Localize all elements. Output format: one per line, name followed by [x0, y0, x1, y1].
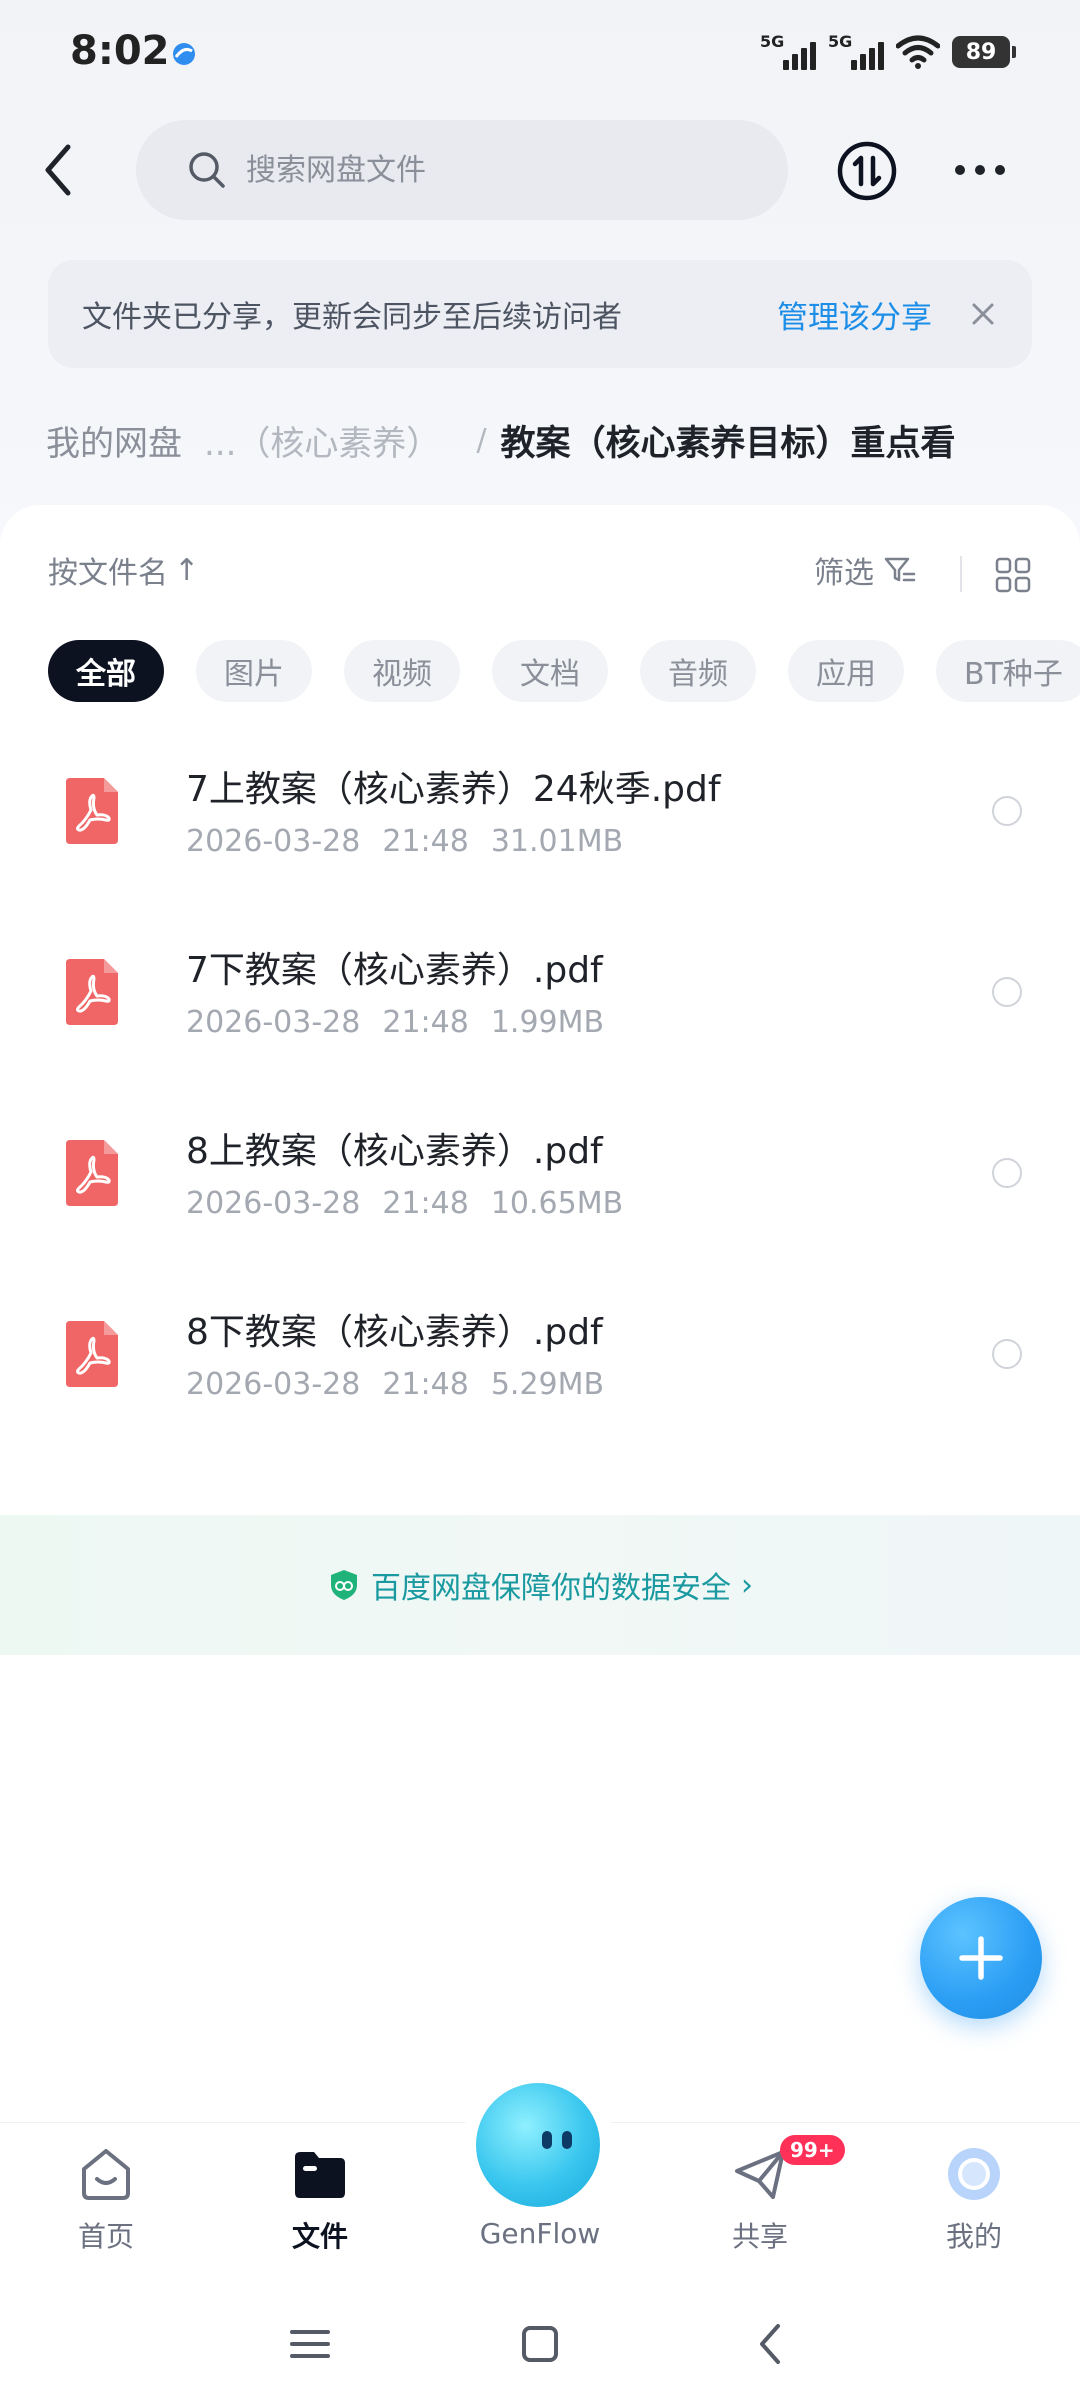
shield-icon — [331, 1570, 357, 1600]
signal-icon: 5G — [828, 32, 884, 72]
pdf-file-icon — [66, 959, 118, 1025]
file-meta: 2026-03-28 21:48 1.99MB — [186, 1005, 626, 1040]
chip-apps[interactable]: 应用 — [788, 640, 904, 702]
file-size: 5.29MB — [490, 1367, 605, 1402]
file-row[interactable]: 7下教案（核心素养）.pdf 2026-03-28 21:48 1.99MB — [0, 921, 1080, 1102]
file-name: 8下教案（核心素养）.pdf — [186, 1312, 603, 1353]
category-chips: 全部 图片 视频 文档 音频 应用 BT种子 — [48, 640, 1080, 702]
chevron-right-icon: › — [741, 1567, 753, 1603]
file-meta: 2026-03-28 21:48 5.29MB — [186, 1367, 626, 1402]
file-row[interactable]: 8下教案（核心素养）.pdf 2026-03-28 21:48 5.29MB — [0, 1283, 1080, 1464]
pdf-file-icon — [66, 1140, 118, 1206]
file-time: 21:48 — [382, 1005, 469, 1040]
search-input[interactable] — [246, 152, 726, 188]
chip-all[interactable]: 全部 — [48, 640, 164, 702]
bottom-navigation: 首页 文件 GenFlow 共享 99+ 我的 — [0, 2083, 1080, 2292]
status-time: 8:02 — [70, 28, 170, 74]
pdf-file-icon — [66, 1321, 118, 1387]
share-banner: 文件夹已分享，更新会同步至后续访问者 管理该分享 — [48, 260, 1032, 368]
file-time: 21:48 — [382, 1186, 469, 1221]
chip-videos[interactable]: 视频 — [344, 640, 460, 702]
genflow-eye — [542, 2131, 552, 2149]
manage-share-link[interactable]: 管理该分享 — [777, 292, 932, 337]
nav-genflow-label[interactable]: GenFlow — [440, 2217, 640, 2250]
file-name: 7上教案（核心素养）24秋季.pdf — [186, 769, 721, 810]
breadcrumb-root[interactable]: 我的网盘 — [24, 412, 204, 469]
file-meta: 2026-03-28 21:48 31.01MB — [186, 824, 645, 859]
search-bar[interactable] — [136, 120, 788, 220]
home-icon — [82, 2149, 130, 2200]
chevron-left-icon[interactable] — [30, 135, 90, 205]
folder-icon — [295, 2152, 345, 2198]
app-notification-icon — [173, 43, 195, 65]
home-square-icon[interactable] — [510, 2314, 570, 2374]
file-row[interactable]: 8上教案（核心素养）.pdf 2026-03-28 21:48 10.65MB — [0, 1102, 1080, 1283]
breadcrumb-separator: / — [476, 422, 487, 458]
nav-files-label: 文件 — [291, 2220, 348, 2253]
select-radio[interactable] — [992, 977, 1022, 1007]
file-size: 31.01MB — [490, 824, 624, 859]
wifi-icon — [896, 35, 940, 69]
file-row[interactable]: 7上教案（核心素养）24秋季.pdf 2026-03-28 21:48 31.01M… — [0, 740, 1080, 921]
nav-home-label: 首页 — [77, 2220, 134, 2253]
status-indicators: 5G 5G 89 — [760, 30, 1016, 74]
file-size: 10.65MB — [490, 1186, 624, 1221]
file-date: 2026-03-28 — [186, 1367, 361, 1402]
file-name: 8上教案（核心素养）.pdf — [186, 1131, 603, 1172]
search-icon — [189, 152, 225, 188]
sort-label: 按文件名 — [48, 556, 168, 591]
sort-arrow-icon: ↑ — [174, 552, 200, 588]
back-icon[interactable] — [740, 2314, 800, 2374]
genflow-eye — [562, 2131, 572, 2149]
chip-documents[interactable]: 文档 — [492, 640, 608, 702]
filter-button[interactable]: 筛选 — [814, 548, 918, 592]
file-date: 2026-03-28 — [186, 1186, 361, 1221]
select-radio[interactable] — [992, 796, 1022, 826]
nav-home[interactable]: 首页 — [26, 2143, 186, 2255]
select-radio[interactable] — [992, 1158, 1022, 1188]
add-button[interactable] — [920, 1897, 1042, 2019]
genflow-button[interactable] — [476, 2083, 600, 2207]
banner-text: 文件夹已分享，更新会同步至后续访问者 — [82, 300, 622, 335]
status-bar: 8:02 5G 5G 89 — [0, 0, 1080, 110]
file-date: 2026-03-28 — [186, 824, 361, 859]
select-radio[interactable] — [992, 1339, 1022, 1369]
file-size: 1.99MB — [490, 1005, 605, 1040]
grid-view-icon[interactable] — [994, 556, 1032, 594]
breadcrumb: 我的网盘 ...（核心素养） / 教案（核心素养目标）重点看 — [24, 410, 956, 470]
file-time: 21:48 — [382, 824, 469, 859]
filter-icon — [884, 557, 916, 582]
chip-audio[interactable]: 音频 — [640, 640, 756, 702]
sort-button[interactable]: 按文件名 ↑ — [48, 548, 199, 592]
transfer-icon[interactable] — [836, 140, 898, 202]
file-time: 21:48 — [382, 1367, 469, 1402]
chip-bt[interactable]: BT种子 — [936, 640, 1080, 702]
battery-indicator: 89 — [952, 36, 1016, 68]
share-badge: 99+ — [780, 2135, 845, 2165]
breadcrumb-parent[interactable]: ...（核心素养） — [204, 416, 440, 465]
toolbar-divider — [960, 556, 962, 592]
nav-me[interactable]: 我的 — [894, 2143, 1054, 2255]
file-meta: 2026-03-28 21:48 10.65MB — [186, 1186, 645, 1221]
data-safety-banner[interactable]: 百度网盘保障你的数据安全 › — [0, 1515, 1080, 1655]
filter-label: 筛选 — [814, 556, 874, 591]
nav-share-label: 共享 — [731, 2220, 788, 2253]
safety-text: 百度网盘保障你的数据安全 — [371, 1571, 731, 1606]
breadcrumb-current: 教案（核心素养目标）重点看 — [500, 423, 956, 464]
more-icon[interactable] — [948, 150, 1012, 190]
nav-files[interactable]: 文件 — [240, 2143, 400, 2255]
file-list: 7上教案（核心素养）24秋季.pdf 2026-03-28 21:48 31.01M… — [0, 740, 1080, 1464]
nav-me-label: 我的 — [945, 2220, 1002, 2253]
chip-images[interactable]: 图片 — [196, 640, 312, 702]
system-navigation-bar — [0, 2292, 1080, 2401]
file-date: 2026-03-28 — [186, 1005, 361, 1040]
plus-icon — [959, 1936, 1003, 1980]
pdf-file-icon — [66, 778, 118, 844]
signal-icon: 5G — [760, 32, 816, 72]
menu-icon[interactable] — [280, 2314, 340, 2374]
avatar-icon — [948, 2148, 1000, 2200]
close-icon[interactable] — [968, 299, 998, 329]
file-name: 7下教案（核心素养）.pdf — [186, 950, 603, 991]
